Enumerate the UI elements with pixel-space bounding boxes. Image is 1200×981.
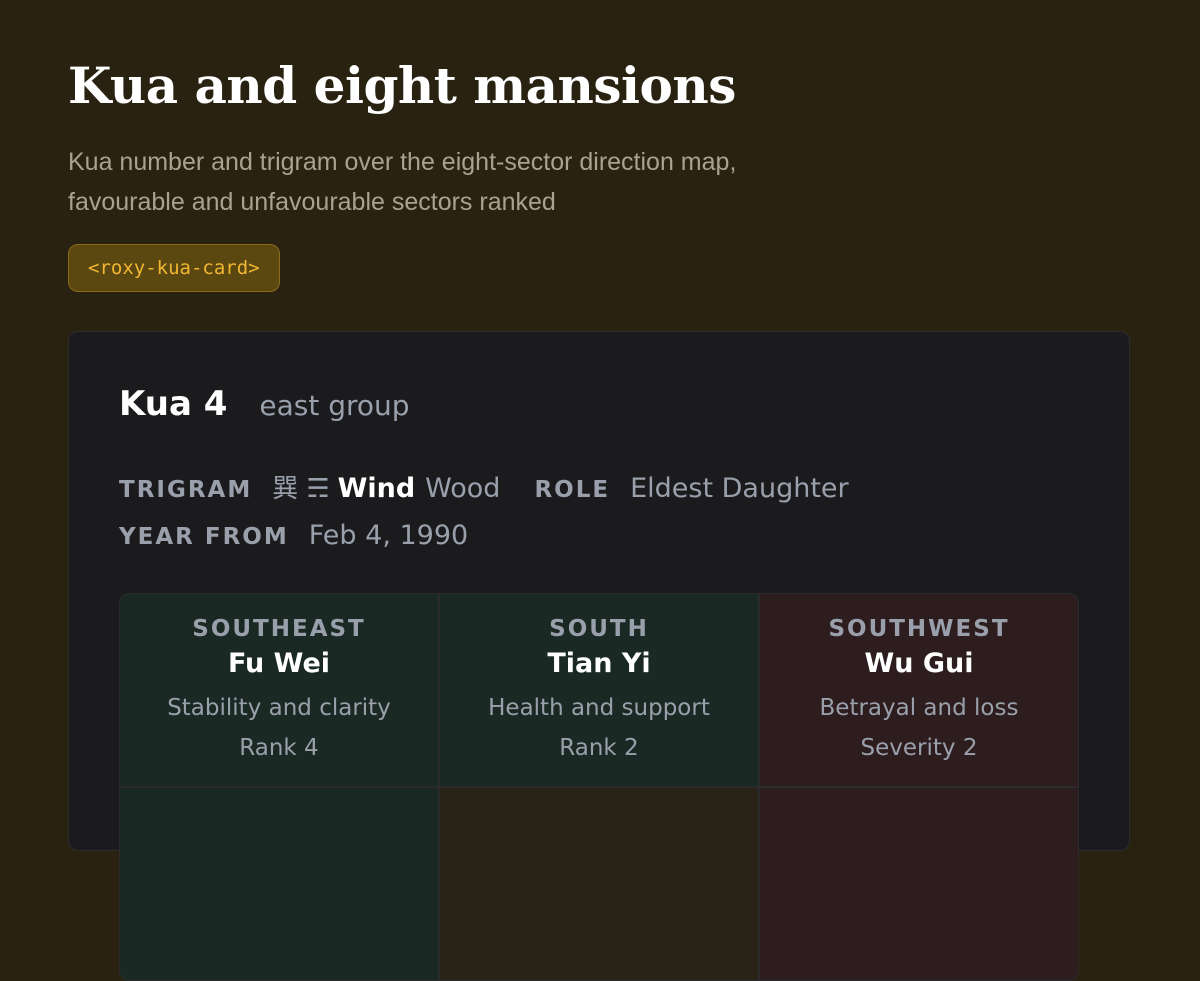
sector-row2-left bbox=[120, 788, 438, 980]
sector-description: Betrayal and loss bbox=[819, 695, 1019, 721]
sector-direction: SOUTH bbox=[549, 616, 649, 642]
meta-row-year: YEAR FROM Feb 4, 1990 bbox=[119, 520, 468, 551]
trigram-char: 巽 bbox=[272, 474, 299, 504]
sector-name: Wu Gui bbox=[864, 648, 974, 679]
sector-direction: SOUTHWEST bbox=[828, 616, 1010, 642]
sector-direction: SOUTHEAST bbox=[192, 616, 366, 642]
trigram-label: TRIGRAM bbox=[119, 477, 253, 503]
trigram-name: Wind bbox=[337, 473, 416, 504]
sector-southeast: SOUTHEAST Fu Wei Stability and clarity R… bbox=[120, 594, 438, 786]
sector-description: Health and support bbox=[488, 695, 710, 721]
kua-heading: Kua 4 east group bbox=[119, 384, 410, 424]
role-label: ROLE bbox=[534, 477, 611, 503]
direction-grid: SOUTHEAST Fu Wei Stability and clarity R… bbox=[119, 593, 1079, 981]
meta-row-trigram-role: TRIGRAM 巽 ☴ Wind Wood ROLE Eldest Daught… bbox=[119, 468, 849, 505]
kua-number: Kua 4 bbox=[119, 384, 228, 424]
page-title: Kua and eight mansions bbox=[68, 56, 736, 115]
sector-row2-right bbox=[760, 788, 1078, 980]
sector-south: SOUTH Tian Yi Health and support Rank 2 bbox=[440, 594, 758, 786]
sector-name: Tian Yi bbox=[547, 648, 651, 679]
component-tag: <roxy-kua-card> bbox=[68, 244, 280, 292]
sector-row2-center bbox=[440, 788, 758, 980]
sector-description: Stability and clarity bbox=[167, 695, 391, 721]
sector-southwest: SOUTHWEST Wu Gui Betrayal and loss Sever… bbox=[760, 594, 1078, 786]
year-value: Feb 4, 1990 bbox=[308, 520, 469, 551]
sector-rank: Severity 2 bbox=[860, 735, 978, 761]
year-label: YEAR FROM bbox=[119, 524, 289, 550]
page-subtitle: Kua number and trigram over the eight-se… bbox=[68, 148, 737, 216]
sector-rank: Rank 4 bbox=[239, 735, 319, 761]
trigram-element: Wood bbox=[425, 473, 501, 504]
sector-name: Fu Wei bbox=[227, 648, 331, 679]
kua-card: Kua 4 east group TRIGRAM 巽 ☴ Wind Wood R… bbox=[68, 331, 1130, 981]
sector-rank: Rank 2 bbox=[559, 735, 639, 761]
trigram-symbol-icon: ☴ bbox=[306, 474, 330, 504]
kua-group: east group bbox=[259, 389, 410, 422]
role-value: Eldest Daughter bbox=[630, 473, 849, 504]
